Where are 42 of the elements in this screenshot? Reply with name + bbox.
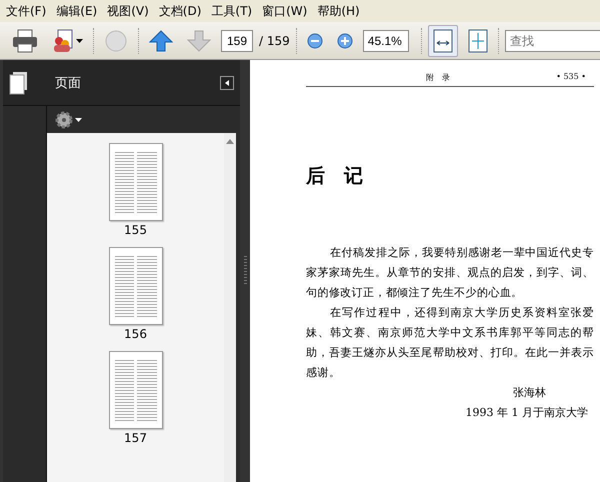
menu-item[interactable]: 视图(V) xyxy=(105,2,157,20)
zoom-out-icon xyxy=(306,32,323,48)
collapse-button[interactable] xyxy=(220,76,234,90)
page-number: 157 xyxy=(124,431,147,445)
page-thumbnail[interactable] xyxy=(108,143,162,221)
fit-width-button[interactable] xyxy=(428,24,458,56)
page-number-header: • 535 • xyxy=(556,72,586,83)
fit-page-icon xyxy=(468,28,488,52)
search-field[interactable]: 查找 xyxy=(504,30,600,52)
page-number-field[interactable]: 159 xyxy=(221,30,253,52)
scroll-up-arrow[interactable] xyxy=(226,139,234,144)
paragraph: 在写作过程中，还得到南京大学历史系资料室张爱妹、韩文赛、南京师范大学中文系书库郭平等同志的帮助，吾妻王燧亦从头至尾帮助校对、打印。在此一并表示感谢。 xyxy=(306,305,594,381)
menu-item[interactable]: 文档(D) xyxy=(156,2,210,20)
zoom-in-icon xyxy=(336,32,353,48)
people-document-icon xyxy=(52,28,74,52)
running-header: 附 录 xyxy=(426,72,450,83)
chapter-title: 后 记 xyxy=(306,164,364,189)
pane-title: 页面 xyxy=(55,74,82,92)
signature: 张海林 xyxy=(513,386,546,399)
printer-icon xyxy=(12,28,38,52)
page-thumbnail[interactable] xyxy=(108,247,162,325)
triangle-left-icon xyxy=(225,80,229,86)
menu-item[interactable]: 帮助(H) xyxy=(315,2,368,20)
page-number: 155 xyxy=(124,223,147,237)
down-arrow-icon xyxy=(187,30,211,52)
fit-width-icon xyxy=(432,28,453,52)
gear-icon xyxy=(55,110,73,128)
pages-icon xyxy=(9,70,29,94)
menu-item[interactable]: 工具(T) xyxy=(209,2,260,20)
menu-item[interactable]: 编辑(E) xyxy=(54,2,106,20)
zoom-field[interactable]: 45.1% xyxy=(362,30,409,52)
disabled-tool-icon xyxy=(104,28,128,52)
caret-icon xyxy=(76,38,83,42)
menu-item[interactable]: 窗口(W) xyxy=(260,2,316,20)
caret-icon xyxy=(75,118,82,122)
up-arrow-icon xyxy=(149,30,173,52)
page-number: 156 xyxy=(124,327,147,341)
page-count: / 159 xyxy=(259,34,290,48)
paragraph: 在付稿发排之际，我要特别感谢老一辈中国近代史专家茅家琦先生。从章节的安排、观点的启发，到字、词、句的修改订正，都倾注了先生不少的心血。 xyxy=(306,245,594,301)
page-thumbnail[interactable] xyxy=(108,351,162,429)
date-line: 1993 年 1 月于南京大学 xyxy=(466,406,588,419)
menu-item[interactable]: 文件(F) xyxy=(4,2,54,20)
